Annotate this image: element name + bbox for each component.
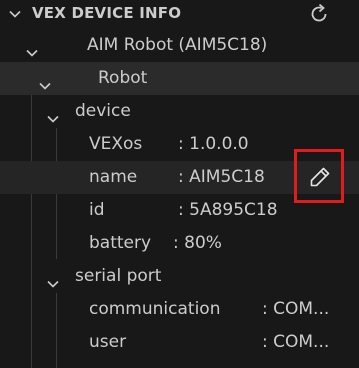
tree-item-label: AIM Robot (AIM5C18) <box>87 35 268 55</box>
refresh-icon[interactable] <box>307 2 331 26</box>
tree-item-serial-port[interactable]: serial port <box>0 260 359 293</box>
tree-item-label: device <box>75 101 131 121</box>
tree-item-aim-robot[interactable]: AIM Robot (AIM5C18) <box>0 29 359 62</box>
tree-item-communication[interactable]: communication : COM... <box>0 293 359 326</box>
edit-name-button[interactable] <box>294 149 344 203</box>
property-value: : AIM5C18 <box>178 167 265 187</box>
property-value: : COM... <box>262 299 330 319</box>
vex-device-info-panel: VEX DEVICE INFO AIM Robot (AIM5C18) Robo… <box>0 0 359 368</box>
tree-item-user[interactable]: user : COM... <box>0 326 359 359</box>
tree-item-label: Robot <box>98 68 148 88</box>
tree-item-robot[interactable]: Robot <box>0 62 359 95</box>
property-key: name <box>89 167 138 187</box>
panel-title: VEX DEVICE INFO <box>32 4 182 22</box>
property-key: id <box>89 200 105 220</box>
pencil-icon <box>310 167 330 187</box>
chevron-down-icon[interactable] <box>8 6 22 25</box>
property-value: : 80% <box>173 233 222 253</box>
tree-item-battery[interactable]: battery : 80% <box>0 227 359 260</box>
property-key: VEXos <box>89 134 143 154</box>
property-key: communication <box>89 299 221 319</box>
property-key: battery <box>89 233 152 253</box>
property-key: user <box>89 332 127 352</box>
property-value: : 1.0.0.0 <box>178 134 249 154</box>
property-value: : COM... <box>262 332 330 352</box>
panel-header[interactable]: VEX DEVICE INFO <box>0 0 359 28</box>
tree-item-device[interactable]: device <box>0 95 359 128</box>
tree-item-label: serial port <box>75 266 162 286</box>
property-value: : 5A895C18 <box>178 200 278 220</box>
